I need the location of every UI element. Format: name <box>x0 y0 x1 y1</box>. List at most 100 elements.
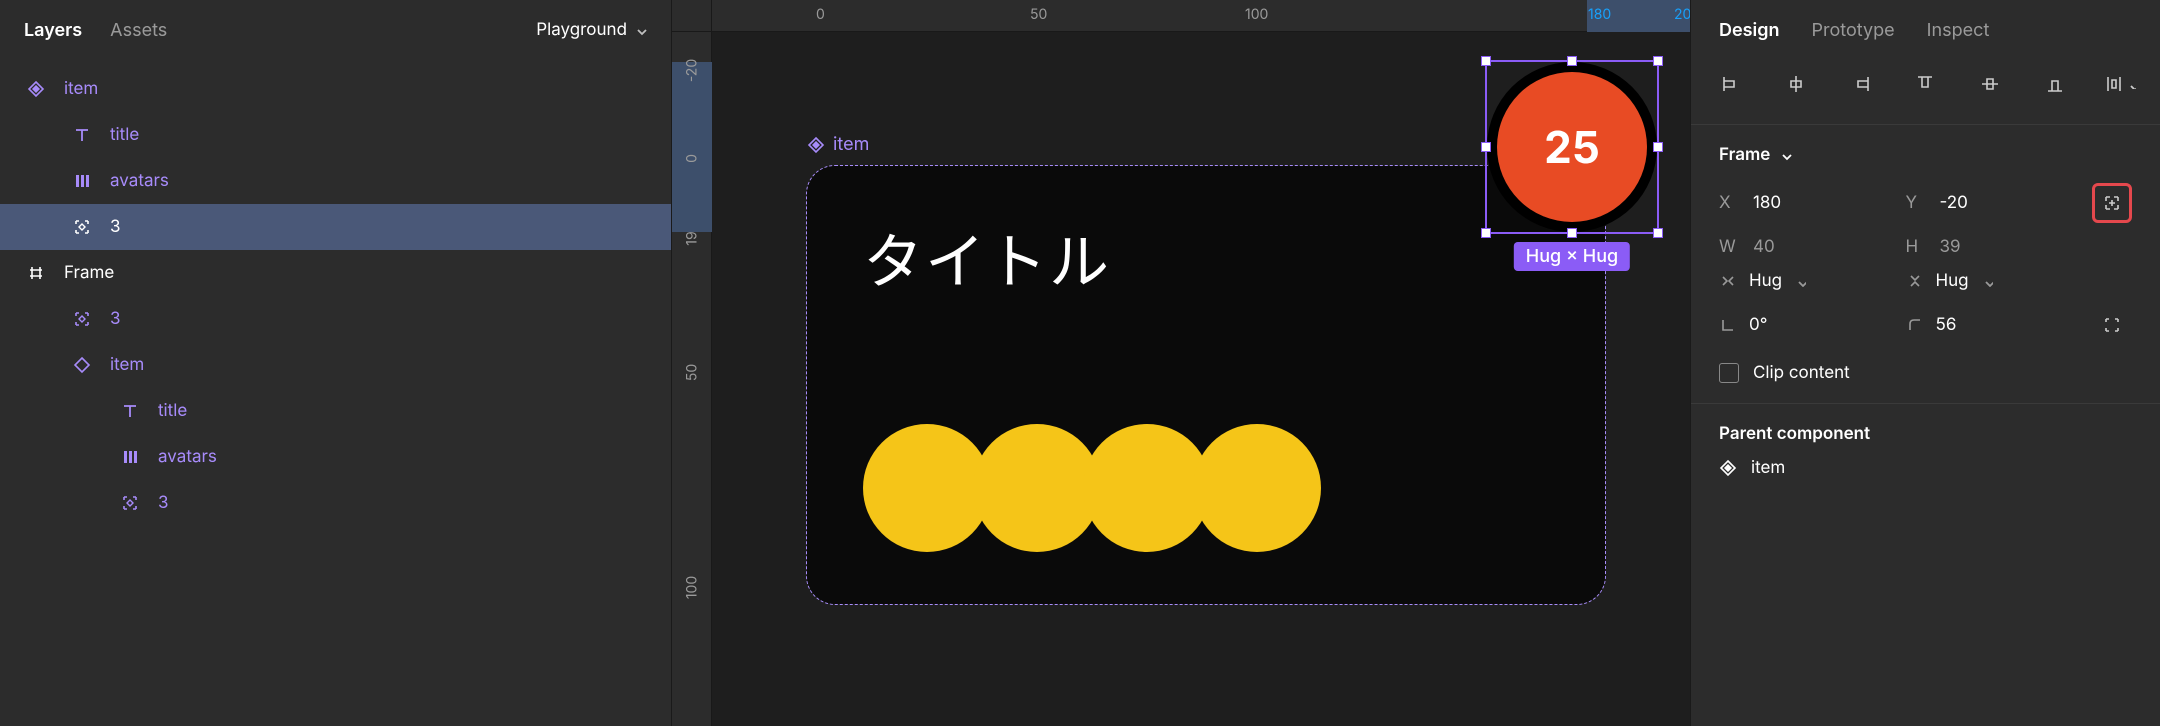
layer-row[interactable]: avatars <box>0 158 671 204</box>
layer-icon <box>24 80 48 98</box>
layer-label: Frame <box>64 263 114 283</box>
h-field[interactable]: H 39 <box>1906 237 2077 257</box>
layer-label: item <box>64 79 98 99</box>
page-selector-label: Playground <box>536 20 627 40</box>
layer-icon <box>70 218 94 236</box>
size-pill: Hug × Hug <box>1514 242 1630 271</box>
align-left-button[interactable] <box>1713 66 1749 102</box>
layer-row[interactable]: item <box>0 342 671 388</box>
y-field[interactable]: Y-20 <box>1906 193 2077 213</box>
resize-handle[interactable] <box>1653 56 1663 66</box>
h-label: H <box>1906 237 1928 257</box>
w-field[interactable]: W 40 <box>1719 237 1890 257</box>
chevron-down-icon <box>633 23 647 37</box>
w-value: 40 <box>1753 237 1775 257</box>
ruler-corner <box>672 0 712 32</box>
avatar <box>973 424 1101 552</box>
tab-inspect[interactable]: Inspect <box>1927 20 1990 41</box>
layer-label: item <box>110 355 144 375</box>
canvas[interactable]: item タイトル 25 Hug × Hug <box>712 32 1690 726</box>
hug-horizontal-icon <box>1719 272 1737 290</box>
layer-label: title <box>110 125 139 145</box>
resize-handle[interactable] <box>1481 228 1491 238</box>
resize-handle[interactable] <box>1653 142 1663 152</box>
component-icon <box>1719 459 1737 477</box>
absolute-position-button[interactable] <box>2092 183 2132 223</box>
layer-icon <box>118 402 142 420</box>
hug-vertical-icon <box>1906 272 1924 290</box>
layer-row[interactable]: Frame <box>0 250 671 296</box>
frame-label[interactable]: item <box>807 134 869 155</box>
x-field[interactable]: X180 <box>1719 193 1890 213</box>
align-row <box>1691 60 2160 125</box>
badge-value: 25 <box>1544 120 1600 174</box>
layer-icon <box>24 264 48 282</box>
align-top-button[interactable] <box>1907 66 1943 102</box>
layer-row[interactable]: title <box>0 388 671 434</box>
right-panel: Design Prototype Inspect Frame X180 Y-20… <box>1690 0 2160 726</box>
tab-design[interactable]: Design <box>1719 20 1780 41</box>
chevron-down-icon <box>1794 275 1806 287</box>
left-tabs: Layers Assets Playground <box>0 0 671 60</box>
right-tabs: Design Prototype Inspect <box>1691 0 2160 60</box>
tab-prototype[interactable]: Prototype <box>1812 20 1895 41</box>
layer-label: 3 <box>158 493 169 513</box>
w-label: W <box>1719 237 1741 257</box>
resize-handle[interactable] <box>1481 142 1491 152</box>
parent-component-link[interactable]: item <box>1719 458 2132 478</box>
parent-component-name: item <box>1751 458 1785 478</box>
clip-content-label: Clip content <box>1753 363 1850 383</box>
resize-handle[interactable] <box>1567 56 1577 66</box>
clip-content-row[interactable]: Clip content <box>1719 363 2132 383</box>
rotation-value: 0° <box>1749 315 1767 335</box>
align-bottom-button[interactable] <box>2037 66 2073 102</box>
rotation-field[interactable]: 0° <box>1719 315 1890 335</box>
avatar-row <box>863 424 1303 552</box>
chevron-down-icon <box>1778 148 1792 162</box>
layer-row[interactable]: avatars <box>0 434 671 480</box>
hug-width-field[interactable]: Hug <box>1719 271 1890 291</box>
chevron-down-icon <box>1981 275 1993 287</box>
h-value: 39 <box>1940 237 1961 257</box>
selected-frame-3[interactable]: 25 Hug × Hug <box>1487 62 1657 232</box>
rotation-icon <box>1719 316 1737 334</box>
layer-row[interactable]: 3 <box>0 204 671 250</box>
y-value: -20 <box>1940 193 1968 213</box>
radius-field[interactable]: 56 <box>1906 315 2077 335</box>
distribute-button[interactable] <box>2102 66 2138 102</box>
resize-handle[interactable] <box>1653 228 1663 238</box>
tab-layers[interactable]: Layers <box>24 20 82 41</box>
parent-component-section: Parent component item <box>1691 404 2160 498</box>
independent-corners-button[interactable] <box>2092 305 2132 345</box>
ruler-horizontal: 050100180200220 <box>712 0 1690 32</box>
layer-label: avatars <box>158 447 217 467</box>
align-right-button[interactable] <box>1843 66 1879 102</box>
layer-label: title <box>158 401 187 421</box>
resize-handle[interactable] <box>1481 56 1491 66</box>
component-icon <box>807 136 825 154</box>
layer-label: 3 <box>110 217 121 237</box>
x-label: X <box>1719 193 1741 213</box>
tab-assets[interactable]: Assets <box>110 20 167 41</box>
absolute-position-icon <box>2103 194 2121 212</box>
layer-row[interactable]: 3 <box>0 480 671 526</box>
parent-component-title: Parent component <box>1719 424 2132 444</box>
layer-icon <box>70 126 94 144</box>
radius-value: 56 <box>1936 315 1957 335</box>
hug-height-field[interactable]: Hug <box>1906 271 2077 291</box>
resize-handle[interactable] <box>1567 228 1577 238</box>
hug-width-value: Hug <box>1749 271 1782 291</box>
layer-row[interactable]: 3 <box>0 296 671 342</box>
canvas-area[interactable]: 050100180200220 -2001950100 item タイトル 25 <box>672 0 1690 726</box>
align-vcenter-button[interactable] <box>1972 66 2008 102</box>
clip-content-checkbox[interactable] <box>1719 363 1739 383</box>
layer-row[interactable]: item <box>0 66 671 112</box>
frame-section-title[interactable]: Frame <box>1719 145 2132 165</box>
layer-row[interactable]: title <box>0 112 671 158</box>
frame-label-text: item <box>833 134 869 155</box>
ruler-vertical: -2001950100 <box>672 32 712 726</box>
chevron-down-icon <box>2126 79 2136 89</box>
page-selector[interactable]: Playground <box>536 20 647 40</box>
size-pill-text: Hug × Hug <box>1526 246 1618 267</box>
align-hcenter-button[interactable] <box>1778 66 1814 102</box>
